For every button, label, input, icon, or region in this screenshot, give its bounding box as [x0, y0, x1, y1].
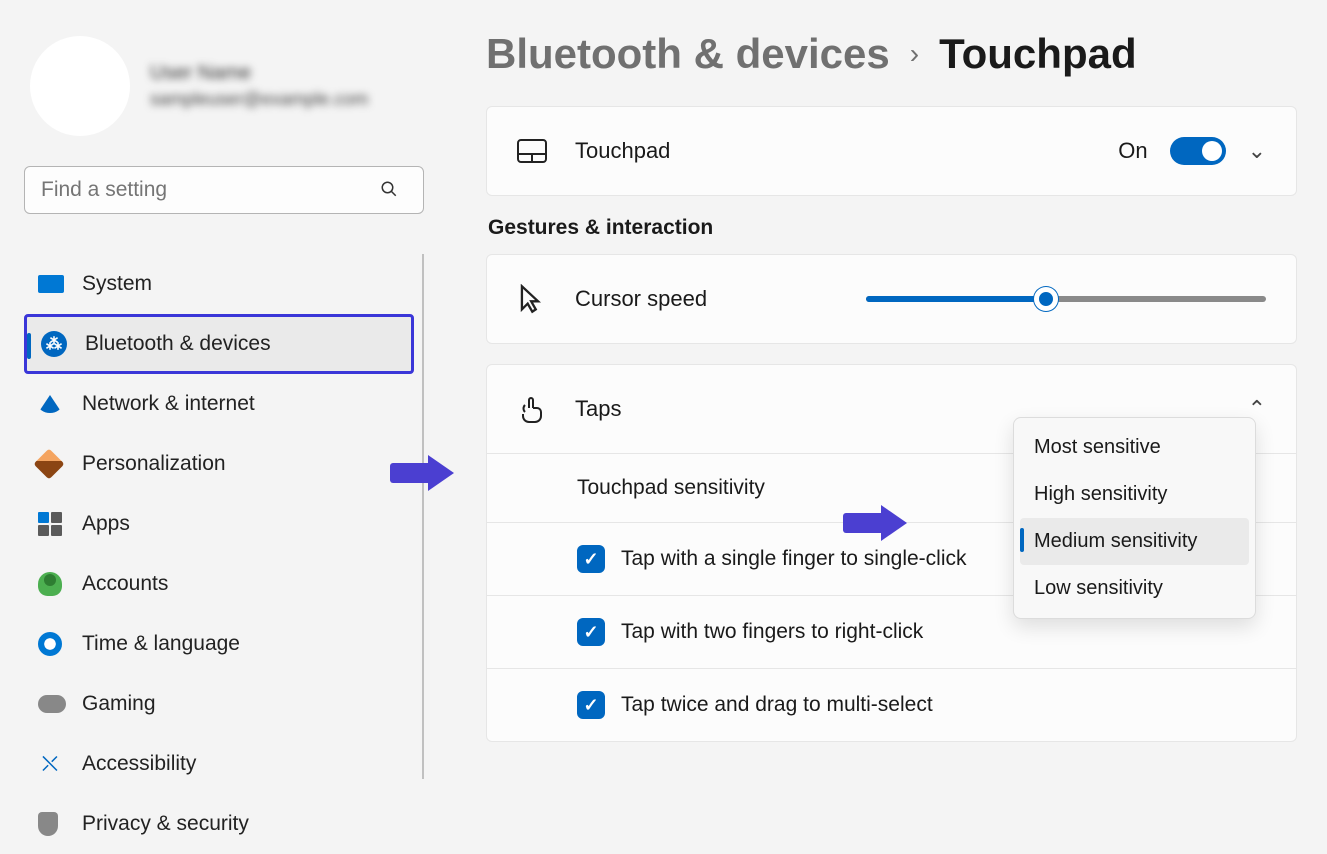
cursor-speed-row: Cursor speed	[487, 255, 1296, 343]
cursor-speed-label: Cursor speed	[575, 286, 866, 312]
brush-icon	[38, 453, 82, 475]
profile-email: sampleuser@example.com	[150, 89, 368, 110]
monitor-icon	[38, 275, 82, 293]
dd-option-high[interactable]: High sensitivity	[1020, 471, 1249, 518]
breadcrumb-current: Touchpad	[939, 30, 1137, 78]
nav-label: System	[82, 272, 152, 296]
nav-label: Gaming	[82, 692, 156, 716]
globe-clock-icon	[38, 632, 82, 656]
profile-block[interactable]: User Name sampleuser@example.com	[30, 36, 424, 136]
nav-item-privacy[interactable]: Privacy & security	[24, 794, 414, 854]
nav-label: Personalization	[82, 452, 226, 476]
touchpad-label: Touchpad	[575, 138, 1118, 164]
bluetooth-icon: ⁂	[41, 331, 85, 357]
search-input[interactable]	[24, 166, 424, 214]
annotation-arrow-icon	[843, 505, 907, 541]
toggle-state-text: On	[1118, 138, 1147, 164]
nav-label: Accessibility	[82, 752, 196, 776]
profile-name: User Name	[150, 62, 368, 85]
checkbox-label: Tap with two fingers to right-click	[621, 620, 923, 644]
nav-list: System ⁂ Bluetooth & devices Network & i…	[24, 254, 424, 779]
nav-item-accessibility[interactable]: ⛌ Accessibility	[24, 734, 414, 794]
dd-option-low[interactable]: Low sensitivity	[1020, 565, 1249, 612]
breadcrumb-parent[interactable]: Bluetooth & devices	[486, 30, 890, 78]
checkbox-drag-select[interactable]	[577, 691, 605, 719]
checkbox-two-finger[interactable]	[577, 618, 605, 646]
nav-item-bluetooth[interactable]: ⁂ Bluetooth & devices	[24, 314, 414, 374]
nav-label: Apps	[82, 512, 130, 536]
nav-item-apps[interactable]: Apps	[24, 494, 414, 554]
touchpad-toggle-card: Touchpad On ⌄	[486, 106, 1297, 196]
annotation-arrow-icon	[390, 455, 454, 491]
nav-item-system[interactable]: System	[24, 254, 414, 314]
touchpad-toggle[interactable]	[1170, 137, 1226, 165]
touchpad-toggle-row[interactable]: Touchpad On ⌄	[487, 107, 1296, 195]
nav-label: Network & internet	[82, 392, 255, 416]
shield-icon	[38, 812, 82, 836]
accessibility-icon: ⛌	[38, 752, 82, 776]
nav-label: Accounts	[82, 572, 168, 596]
nav-item-personalization[interactable]: Personalization	[24, 434, 414, 494]
checkbox-label: Tap twice and drag to multi-select	[621, 693, 933, 717]
chevron-down-icon[interactable]: ⌄	[1248, 138, 1266, 164]
wifi-icon	[38, 395, 82, 413]
main-content: Bluetooth & devices › Touchpad Touchpad …	[440, 0, 1327, 834]
nav-item-accounts[interactable]: Accounts	[24, 554, 414, 614]
slider-thumb[interactable]	[1034, 287, 1058, 311]
sensitivity-dropdown[interactable]: Most sensitive High sensitivity Medium s…	[1013, 417, 1256, 619]
cursor-speed-card: Cursor speed	[486, 254, 1297, 344]
cursor-icon	[517, 284, 575, 314]
avatar	[30, 36, 130, 136]
breadcrumb: Bluetooth & devices › Touchpad	[486, 30, 1297, 78]
slider-fill	[866, 296, 1046, 302]
search-wrap	[24, 166, 424, 214]
gamepad-icon	[38, 695, 82, 713]
person-icon	[38, 572, 82, 596]
sidebar: User Name sampleuser@example.com System …	[0, 0, 440, 834]
search-icon	[380, 180, 398, 198]
section-title: Gestures & interaction	[488, 216, 1297, 240]
apps-icon	[38, 512, 82, 536]
nav-item-network[interactable]: Network & internet	[24, 374, 414, 434]
dd-option-most[interactable]: Most sensitive	[1020, 424, 1249, 471]
tap-icon	[517, 394, 575, 424]
checkbox-single-tap[interactable]	[577, 545, 605, 573]
cursor-speed-slider[interactable]	[866, 296, 1266, 302]
sensitivity-label: Touchpad sensitivity	[577, 476, 765, 500]
nav-item-time[interactable]: Time & language	[24, 614, 414, 674]
tap-multi-select-row[interactable]: Tap twice and drag to multi-select	[487, 668, 1296, 741]
nav-label: Time & language	[82, 632, 240, 656]
nav-label: Privacy & security	[82, 812, 249, 836]
checkbox-label: Tap with a single finger to single-click	[621, 547, 967, 571]
nav-label: Bluetooth & devices	[85, 332, 271, 356]
chevron-right-icon: ›	[910, 38, 919, 70]
nav-item-gaming[interactable]: Gaming	[24, 674, 414, 734]
touchpad-icon	[517, 139, 575, 163]
dd-option-medium[interactable]: Medium sensitivity	[1020, 518, 1249, 565]
